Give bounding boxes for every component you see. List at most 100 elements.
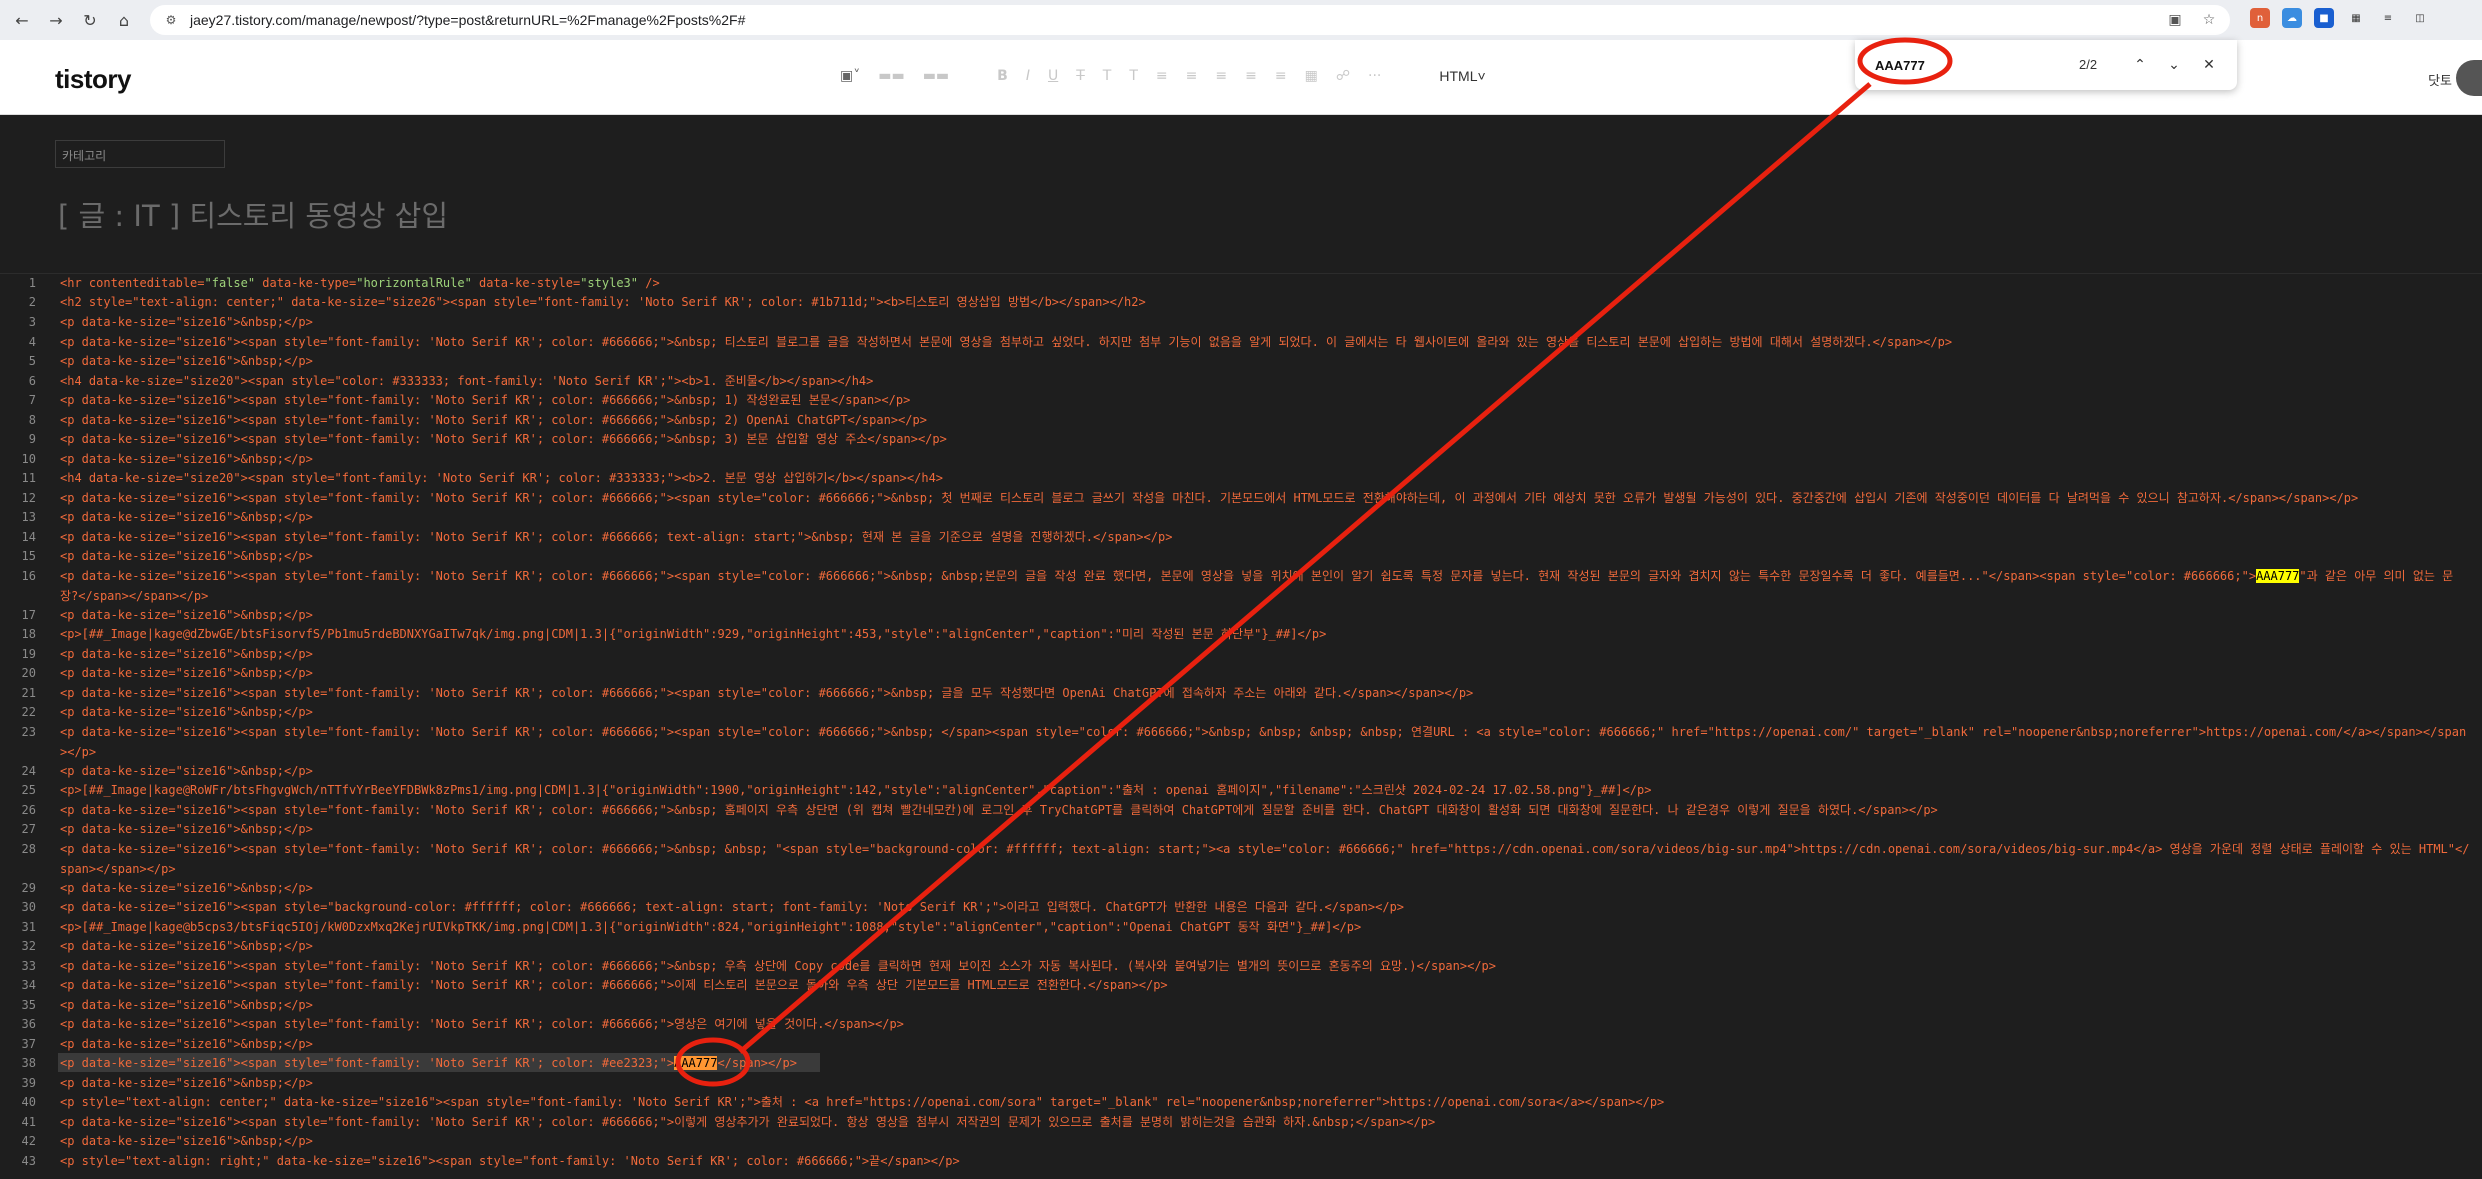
line-number: 21 <box>21 686 36 700</box>
code-line[interactable]: <p data-ke-size="size16">&nbsp;</p> <box>60 1132 2470 1152</box>
code-line[interactable]: <h4 data-ke-size="size20"><span style="c… <box>60 372 2470 392</box>
line-number: 31 <box>21 920 36 934</box>
code-line[interactable]: <p data-ke-size="size16"><span style="fo… <box>60 1015 2470 1035</box>
reload-icon[interactable]: ↻ <box>76 6 104 34</box>
quote-icon[interactable]: ≡ <box>1275 68 1287 84</box>
format-dropdown[interactable]: ▬▬ <box>878 68 904 84</box>
code-line[interactable]: <p data-ke-size="size16">&nbsp;</p> <box>60 352 2470 372</box>
line-number: 11 <box>21 471 36 485</box>
line-number: 14 <box>21 530 36 544</box>
code-line[interactable]: <p data-ke-size="size16">&nbsp;</p> <box>60 820 2470 840</box>
code-line[interactable]: <p style="text-align: right;" data-ke-si… <box>60 1152 2470 1172</box>
code-line[interactable]: <p data-ke-size="size16">&nbsp;</p> <box>60 606 2470 626</box>
side-panel-icon[interactable]: ◫ <box>2410 8 2430 28</box>
line-number: 32 <box>21 939 36 953</box>
browser-toolbar: ← → ↻ ⌂ ⚙ jaey27.tistory.com/manage/newp… <box>0 0 2482 40</box>
bold-icon[interactable]: B <box>997 68 1008 84</box>
code-line[interactable]: <h4 data-ke-size="size20"><span style="f… <box>60 469 2470 489</box>
category-select[interactable]: 카테고리 <box>55 140 225 168</box>
bookmark-star-icon[interactable]: ☆ <box>2198 9 2220 31</box>
html-mode-dropdown[interactable]: HTML˅ <box>1439 68 1485 84</box>
code-line[interactable]: <p data-ke-size="size16"><span style="fo… <box>60 1054 2470 1074</box>
line-number: 30 <box>21 900 36 914</box>
highlight-icon[interactable]: T <box>1129 68 1138 84</box>
code-line[interactable]: <p data-ke-size="size16">&nbsp;</p> <box>60 508 2470 528</box>
site-settings-icon[interactable]: ⚙ <box>160 9 182 31</box>
code-line[interactable]: <p data-ke-size="size16"><span style="ba… <box>60 898 2470 918</box>
back-icon[interactable]: ← <box>8 6 36 34</box>
code-line[interactable]: <p data-ke-size="size16"><span style="fo… <box>60 801 2470 821</box>
line-number: 12 <box>21 491 36 505</box>
code-line[interactable]: <hr contenteditable="false" data-ke-type… <box>60 274 2470 294</box>
strikethrough-icon[interactable]: T <box>1076 68 1085 84</box>
underline-icon[interactable]: U <box>1048 68 1058 84</box>
code-line[interactable]: <p data-ke-size="size16"><span style="fo… <box>60 333 2470 353</box>
cloud-extension-icon[interactable]: ☁ <box>2282 8 2302 28</box>
code-line[interactable]: <p data-ke-size="size16">&nbsp;</p> <box>60 703 2470 723</box>
text-color-icon[interactable]: T <box>1103 68 1112 84</box>
code-line[interactable]: <p data-ke-size="size16"><span style="fo… <box>60 567 2470 607</box>
link-icon[interactable]: ☍ <box>1336 68 1350 84</box>
code-line[interactable]: <h2 style="text-align: center;" data-ke-… <box>60 293 2470 313</box>
code-line[interactable]: <p data-ke-size="size16">&nbsp;</p> <box>60 664 2470 684</box>
extensions-puzzle-icon[interactable]: ▦ <box>2346 8 2366 28</box>
shield-extension-icon[interactable]: ■ <box>2314 8 2334 28</box>
find-bar: 2/2 ⌃ ⌄ ✕ <box>1855 40 2237 90</box>
previous-match-icon[interactable]: ⌃ <box>2128 53 2152 77</box>
user-name[interactable]: 닷토 <box>2428 70 2452 89</box>
code-line[interactable]: <p data-ke-size="size16">&nbsp;</p> <box>60 1035 2470 1055</box>
code-line[interactable]: <p data-ke-size="size16"><span style="fo… <box>60 528 2470 548</box>
code-line[interactable]: <p data-ke-size="size16"><span style="fo… <box>60 489 2470 509</box>
font-dropdown[interactable]: ▬▬ <box>923 68 949 84</box>
code-line[interactable]: <p data-ke-size="size16">&nbsp;</p> <box>60 762 2470 782</box>
code-token: <hr contenteditable= <box>60 276 205 290</box>
next-match-icon[interactable]: ⌄ <box>2162 53 2186 77</box>
line-number: 27 <box>21 822 36 836</box>
code-line[interactable]: <p data-ke-size="size16">&nbsp;</p> <box>60 313 2470 333</box>
reading-list-icon[interactable]: ≡ <box>2378 8 2398 28</box>
code-line[interactable]: <p data-ke-size="size16"><span style="fo… <box>60 411 2470 431</box>
code-line[interactable]: <p data-ke-size="size16"><span style="fo… <box>60 391 2470 411</box>
tistory-logo[interactable]: tistory <box>55 64 131 95</box>
code-line[interactable]: <p data-ke-size="size16">&nbsp;</p> <box>60 450 2470 470</box>
code-line[interactable]: <p data-ke-size="size16">&nbsp;</p> <box>60 937 2470 957</box>
line-number: 6 <box>28 374 36 388</box>
code-line[interactable]: <p>[##_Image|kage@dZbwGE/btsFisorvfS/Pb1… <box>60 625 2470 645</box>
code-line[interactable]: <p>[##_Image|kage@b5cps3/btsFiqc5IOj/kW0… <box>60 918 2470 938</box>
code-line[interactable]: <p>[##_Image|kage@RoWFr/btsFhgvgWch/nTTf… <box>60 781 2470 801</box>
forward-icon[interactable]: → <box>42 6 70 34</box>
table-icon[interactable]: ▦ <box>1305 68 1318 84</box>
line-number: 28 <box>21 842 36 856</box>
code-line[interactable]: <p data-ke-size="size16">&nbsp;</p> <box>60 547 2470 567</box>
align-center-icon[interactable]: ≡ <box>1186 68 1198 84</box>
code-line[interactable]: <p data-ke-size="size16"><span style="fo… <box>60 1113 2470 1133</box>
code-token: "false" <box>204 276 256 290</box>
address-bar[interactable]: ⚙ jaey27.tistory.com/manage/newpost/?typ… <box>150 5 2230 35</box>
extension-icon[interactable]: n <box>2250 8 2270 28</box>
post-title[interactable]: [ 글 : IT ] 티스토리 동영상 삽입 <box>58 193 448 235</box>
list-icon[interactable]: ≡ <box>1245 68 1257 84</box>
line-number: 23 <box>21 725 36 739</box>
avatar[interactable] <box>2456 60 2482 96</box>
code-line[interactable]: <p data-ke-size="size16"><span style="fo… <box>60 430 2470 450</box>
code-line[interactable]: <p data-ke-size="size16"><span style="fo… <box>60 684 2470 704</box>
find-in-page-icon[interactable]: ▣ <box>2164 9 2186 31</box>
code-line[interactable]: <p data-ke-size="size16">&nbsp;</p> <box>60 1074 2470 1094</box>
code-line[interactable]: <p data-ke-size="size16"><span style="fo… <box>60 957 2470 977</box>
image-insert-icon[interactable]: ▣˅ <box>840 68 860 84</box>
code-line[interactable]: <p style="text-align: center;" data-ke-s… <box>60 1093 2470 1113</box>
align-left-icon[interactable]: ≡ <box>1156 68 1168 84</box>
close-find-icon[interactable]: ✕ <box>2197 53 2221 77</box>
italic-icon[interactable]: I <box>1026 68 1030 84</box>
line-number: 19 <box>21 647 36 661</box>
code-line[interactable]: <p data-ke-size="size16">&nbsp;</p> <box>60 645 2470 665</box>
more-icon[interactable]: ··· <box>1368 68 1381 84</box>
align-right-icon[interactable]: ≡ <box>1215 68 1227 84</box>
code-line[interactable]: <p data-ke-size="size16"><span style="fo… <box>60 840 2470 880</box>
code-line[interactable]: <p data-ke-size="size16"><span style="fo… <box>60 723 2470 763</box>
home-icon[interactable]: ⌂ <box>110 6 138 34</box>
code-line[interactable]: <p data-ke-size="size16"><span style="fo… <box>60 976 2470 996</box>
url-text[interactable]: jaey27.tistory.com/manage/newpost/?type=… <box>190 12 745 28</box>
code-line[interactable]: <p data-ke-size="size16">&nbsp;</p> <box>60 879 2470 899</box>
code-line[interactable]: <p data-ke-size="size16">&nbsp;</p> <box>60 996 2470 1016</box>
